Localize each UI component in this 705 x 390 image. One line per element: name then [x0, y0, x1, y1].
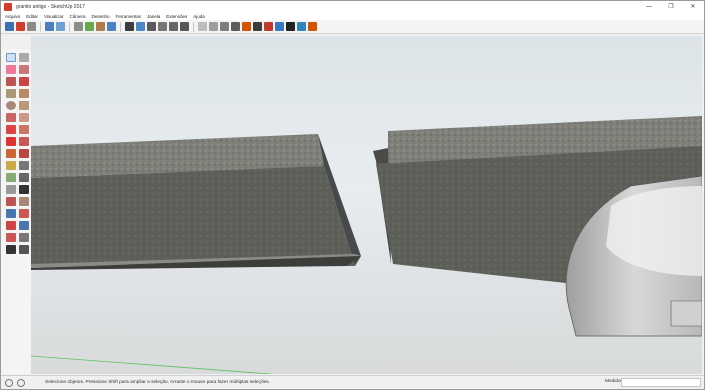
zoom-icon[interactable]: [6, 209, 16, 218]
zoom-window-icon[interactable]: [19, 209, 29, 218]
window-title: granito antigo - SketchUp 2017: [16, 3, 85, 10]
toolbar-divider: [193, 21, 194, 32]
front-view-icon[interactable]: [169, 22, 178, 31]
select-icon[interactable]: [6, 53, 16, 62]
menu-editar[interactable]: Editar: [26, 14, 38, 19]
window-controls: — ❐ ✕: [638, 1, 704, 12]
model-info-icon[interactable]: [136, 22, 145, 31]
arc-icon[interactable]: [6, 113, 16, 122]
scale-icon[interactable]: [6, 149, 16, 158]
move-icon[interactable]: [6, 125, 16, 134]
layout-icon[interactable]: [286, 22, 295, 31]
offset-icon[interactable]: [19, 149, 29, 158]
save-icon[interactable]: [27, 22, 36, 31]
polygon-icon[interactable]: [19, 101, 29, 110]
section-icon[interactable]: [19, 245, 29, 254]
maximize-button[interactable]: ❐: [660, 1, 682, 12]
measurements-input[interactable]: [621, 378, 701, 387]
menu-arquivo[interactable]: Arquivo: [5, 14, 20, 19]
component-icon[interactable]: [19, 53, 29, 62]
look-around-icon[interactable]: [19, 233, 29, 242]
xray-icon[interactable]: [198, 22, 207, 31]
minimize-button[interactable]: —: [638, 1, 660, 12]
sketchup-logo-icon: [4, 2, 12, 11]
pan-icon[interactable]: [19, 197, 29, 206]
hidden-line-icon[interactable]: [220, 22, 229, 31]
left-toolbar: [1, 49, 31, 374]
cut-icon[interactable]: [45, 22, 54, 31]
menu-ajuda[interactable]: Ajuda: [193, 14, 205, 19]
protractor-icon[interactable]: [6, 173, 16, 182]
menu-extensoes[interactable]: Extensões: [166, 14, 187, 19]
follow-me-icon[interactable]: [19, 137, 29, 146]
freehand-icon[interactable]: [19, 77, 29, 86]
menu-janela[interactable]: Janela: [147, 14, 160, 19]
title-bar: granito antigo - SketchUp 2017 — ❐ ✕: [1, 1, 704, 12]
redo-icon[interactable]: [107, 22, 116, 31]
app-window: granito antigo - SketchUp 2017 — ❐ ✕ Arq…: [0, 0, 705, 390]
rotated-rect-icon[interactable]: [19, 89, 29, 98]
menu-desenho[interactable]: Desenho: [91, 14, 109, 19]
extension-warehouse-icon[interactable]: [275, 22, 284, 31]
iso-view-icon[interactable]: [147, 22, 156, 31]
status-bar: Selecione objetos. Pressione Shift para …: [1, 375, 704, 389]
monochrome-icon[interactable]: [253, 22, 262, 31]
orbit-icon[interactable]: [6, 197, 16, 206]
share-icon[interactable]: [297, 22, 306, 31]
geo-location-icon[interactable]: [5, 378, 13, 387]
toolbar-divider: [120, 21, 121, 32]
pie-icon[interactable]: [19, 113, 29, 122]
top-toolbar: [1, 20, 704, 34]
push-pull-icon[interactable]: [19, 125, 29, 134]
circle-icon[interactable]: [6, 101, 16, 110]
top-view-icon[interactable]: [158, 22, 167, 31]
walk-icon[interactable]: [6, 245, 16, 254]
text-icon[interactable]: [19, 173, 29, 182]
erase-icon[interactable]: [85, 22, 94, 31]
menu-camera[interactable]: Câmera: [69, 14, 85, 19]
tape-icon[interactable]: [6, 161, 16, 170]
menu-ferramentas[interactable]: Ferramentas: [116, 14, 142, 19]
wireframe-icon[interactable]: [209, 22, 218, 31]
zoom-extents-icon[interactable]: [6, 221, 16, 230]
textured-icon[interactable]: [242, 22, 251, 31]
warehouse-icon[interactable]: [264, 22, 273, 31]
right-view-icon[interactable]: [180, 22, 189, 31]
position-camera-icon[interactable]: [6, 233, 16, 242]
3d-text-icon[interactable]: [19, 185, 29, 194]
toolbar-divider: [40, 21, 41, 32]
3d-viewport[interactable]: [31, 36, 702, 374]
toolbar-divider: [69, 21, 70, 32]
model-canvas[interactable]: [31, 36, 702, 374]
menu-bar: Arquivo Editar Visualizar Câmera Desenho…: [1, 12, 704, 20]
ruby-icon[interactable]: [308, 22, 317, 31]
eraser-icon[interactable]: [6, 65, 16, 74]
new-icon[interactable]: [5, 22, 14, 31]
axes-icon[interactable]: [6, 185, 16, 194]
open-icon[interactable]: [16, 22, 25, 31]
paste-icon[interactable]: [74, 22, 83, 31]
left-countertop[interactable]: [31, 134, 361, 270]
rotate-icon[interactable]: [6, 137, 16, 146]
copy-icon[interactable]: [56, 22, 65, 31]
line-icon[interactable]: [6, 77, 16, 86]
close-button[interactable]: ✕: [682, 1, 704, 12]
paint-icon[interactable]: [19, 65, 29, 74]
rectangle-icon[interactable]: [6, 89, 16, 98]
previous-icon[interactable]: [19, 221, 29, 230]
print-icon[interactable]: [125, 22, 134, 31]
status-hint: Selecione objetos. Pressione Shift para …: [45, 380, 271, 385]
shaded-icon[interactable]: [231, 22, 240, 31]
menu-visualizar[interactable]: Visualizar: [44, 14, 63, 19]
dimension-icon[interactable]: [19, 161, 29, 170]
credits-icon[interactable]: [17, 378, 25, 387]
undo-icon[interactable]: [96, 22, 105, 31]
